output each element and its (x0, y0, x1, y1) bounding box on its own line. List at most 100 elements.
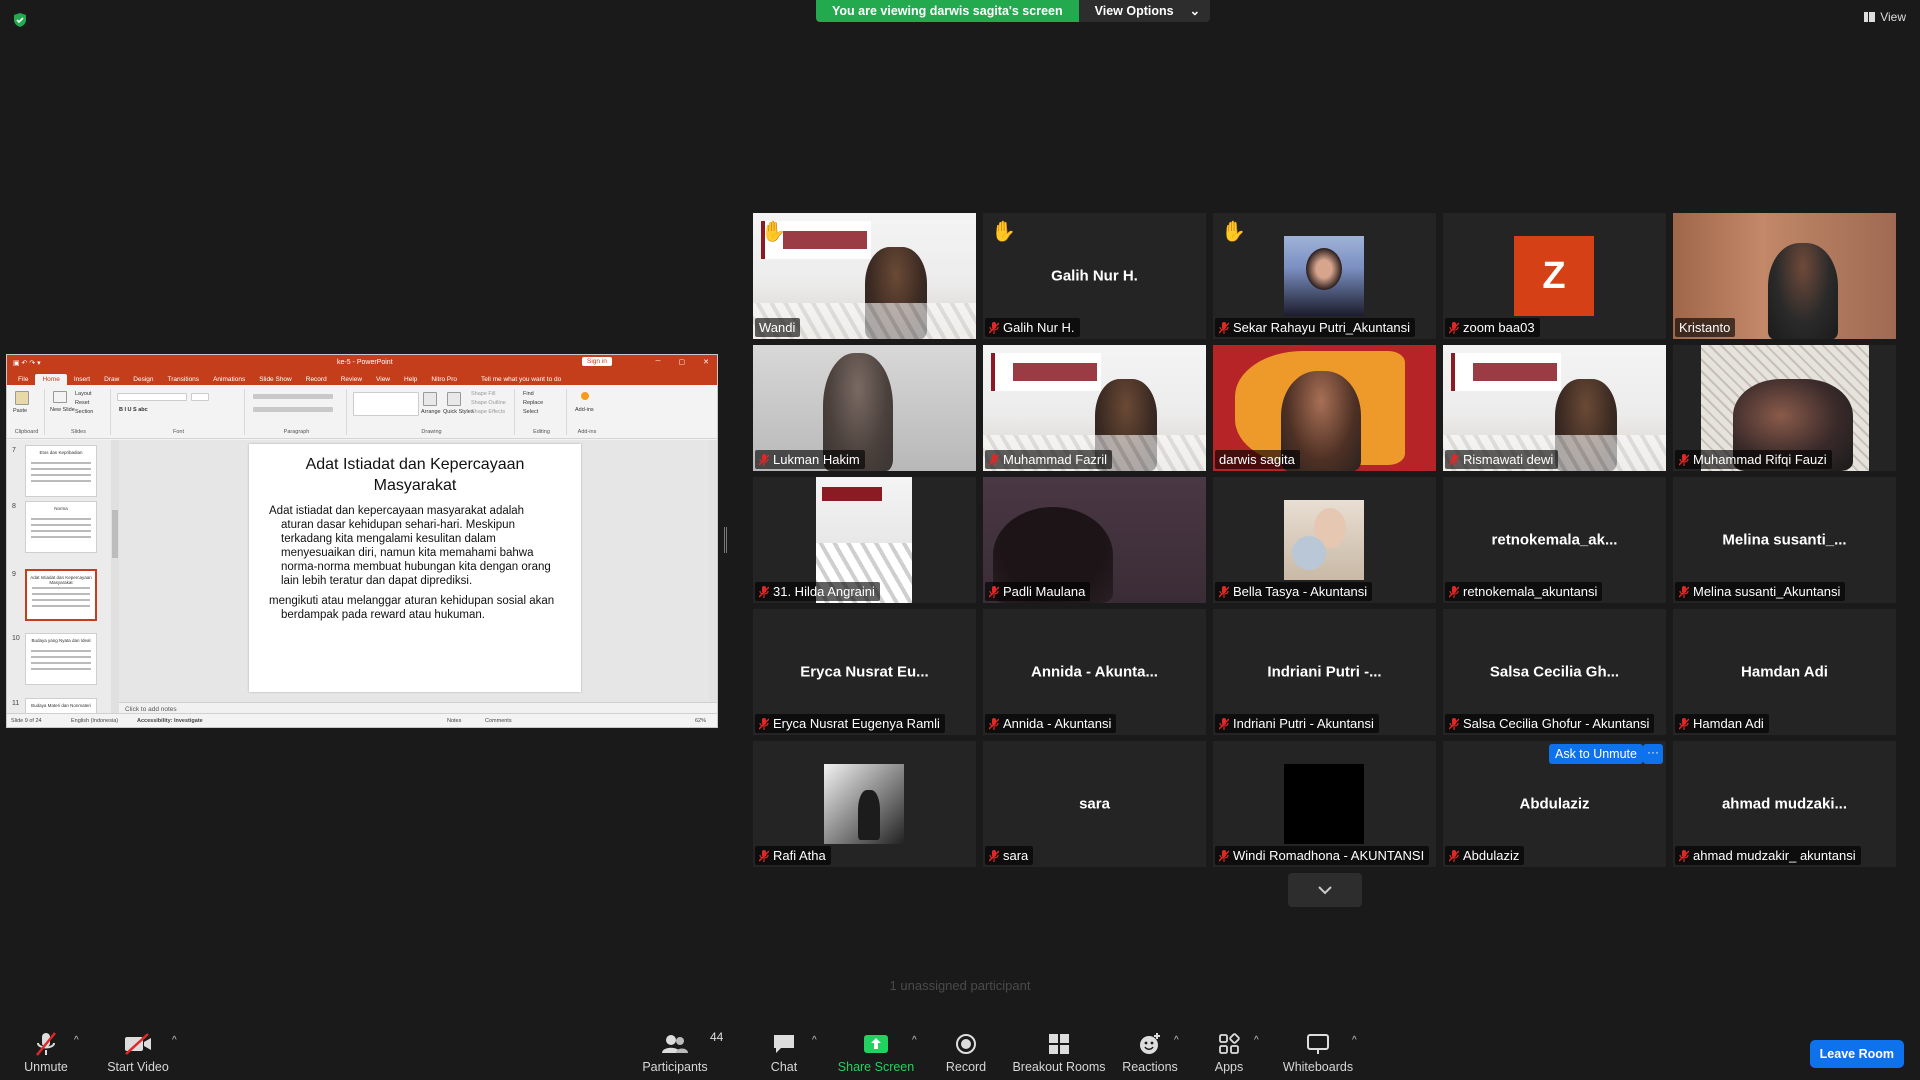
find-button[interactable]: Find (523, 391, 534, 397)
current-slide[interactable]: Adat Istiadat dan Kepercayaan Masyarakat… (249, 444, 581, 692)
tell-me-search[interactable]: Tell me what you want to do (474, 374, 568, 385)
audio-options-caret[interactable]: ^ (74, 1035, 79, 1046)
unmute-button[interactable]: Unmute (20, 1020, 72, 1080)
ppt-tab-draw[interactable]: Draw (97, 374, 126, 385)
participant-tile[interactable]: 31. Hilda Angraini (753, 477, 976, 603)
participant-tile[interactable]: Galih Nur H. ✋ Galih Nur H. (983, 213, 1206, 339)
shared-screen-powerpoint[interactable]: ▣ ↶ ↷ ▾ ke-5 - PowerPoint Sign in ─ ▢ ✕ Fi… (6, 354, 718, 728)
participant-tile[interactable]: Bella Tasya - Akuntansi (1213, 477, 1436, 603)
quick-styles-icon[interactable] (447, 392, 461, 406)
gallery-next-page-button[interactable] (1288, 873, 1362, 907)
ppt-tab-file[interactable]: File (11, 374, 35, 385)
ppt-tab-view[interactable]: View (369, 374, 397, 385)
apps-button[interactable]: Apps (1214, 1020, 1244, 1080)
select-button[interactable]: Select (523, 409, 538, 415)
ppt-tab-animations[interactable]: Animations (206, 374, 252, 385)
new-slide-icon[interactable] (53, 391, 67, 403)
security-shield-icon[interactable] (12, 12, 28, 28)
shape-effects-button[interactable]: Shape Effects (471, 409, 505, 415)
ppt-tab-nitro-pro[interactable]: Nitro Pro (424, 374, 464, 385)
paragraph-controls-row1[interactable] (253, 394, 333, 399)
font-name-box[interactable] (117, 393, 187, 401)
start-video-button[interactable]: Start Video (107, 1020, 169, 1080)
ppt-tab-transitions[interactable]: Transitions (161, 374, 207, 385)
font-size-box[interactable] (191, 393, 209, 401)
paragraph-controls-row2[interactable] (253, 407, 333, 412)
ppt-tab-home[interactable]: Home (35, 374, 67, 385)
participant-tile[interactable]: Padli Maulana (983, 477, 1206, 603)
participant-tile[interactable]: ✋ Wandi (753, 213, 976, 339)
ppt-sign-in-button[interactable]: Sign in (582, 357, 612, 366)
slide-thumbnail-7[interactable]: Etos dan Kepribadian (25, 445, 97, 497)
participant-tile[interactable]: Eryca Nusrat Eu... Eryca Nusrat Eugenya R… (753, 609, 976, 735)
participant-tile[interactable]: Zzoom baa03 (1443, 213, 1666, 339)
shape-fill-button[interactable]: Shape Fill (471, 391, 495, 397)
participant-tile[interactable]: Indriani Putri -... Indriani Putri - Akun… (1213, 609, 1436, 735)
chat-button[interactable]: Chat (768, 1020, 800, 1080)
slide-thumbnail-8[interactable]: Norma (25, 501, 97, 553)
shape-outline-button[interactable]: Shape Outline (471, 400, 506, 406)
thumbnails-scrollbar[interactable] (111, 440, 119, 715)
ask-to-unmute-button[interactable]: Ask to Unmute (1549, 744, 1643, 764)
section-button[interactable]: Section (75, 409, 93, 415)
close-icon[interactable]: ✕ (703, 358, 709, 366)
slide-scrollbar[interactable] (709, 440, 717, 702)
whiteboards-button[interactable]: Whiteboards (1282, 1020, 1354, 1080)
participant-tile[interactable]: Kristanto (1673, 213, 1896, 339)
minimize-icon[interactable]: ─ (656, 358, 661, 366)
accessibility-status[interactable]: Accessibility: Investigate (137, 718, 203, 724)
participant-tile[interactable]: Hamdan Adi Hamdan Adi (1673, 609, 1896, 735)
ppt-tab-record[interactable]: Record (299, 374, 334, 385)
participant-tile[interactable]: Lukman Hakim (753, 345, 976, 471)
participant-tile[interactable]: Windi Romadhona - AKUNTANSI (1213, 741, 1436, 867)
ppt-tab-design[interactable]: Design (126, 374, 160, 385)
view-options-button[interactable]: View Options ⌄ (1078, 0, 1211, 22)
zoom-level[interactable]: 62% (695, 718, 706, 724)
participant-tile[interactable]: Annida - Akunta... Annida - Akuntansi (983, 609, 1206, 735)
comments-toggle[interactable]: Comments (485, 718, 512, 724)
slide-thumbnail-10[interactable]: Budaya yang Nyata dan Ideal (25, 633, 97, 685)
apps-options-caret[interactable]: ^ (1254, 1035, 1259, 1046)
maximize-icon[interactable]: ▢ (679, 358, 686, 366)
ppt-tab-help[interactable]: Help (397, 374, 424, 385)
share-screen-button[interactable]: Share Screen (838, 1020, 914, 1080)
bold-button[interactable]: B I U S abc (119, 407, 148, 413)
participant-tile[interactable]: Rismawati dewi (1443, 345, 1666, 471)
participant-tile[interactable]: ahmad mudzaki... ahmad mudzakir_ akuntans… (1673, 741, 1896, 867)
slide-thumbnail-9[interactable]: Adat Istiadat dan Kepercayaan Masyarakat (25, 569, 97, 621)
share-options-caret[interactable]: ^ (912, 1035, 917, 1046)
chat-options-caret[interactable]: ^ (812, 1035, 817, 1046)
view-button[interactable]: View (1864, 10, 1906, 24)
ppt-save-icon[interactable]: ▣ ↶ ↷ ▾ (13, 359, 41, 367)
participant-tile[interactable]: Melina susanti_... Melina susanti_Akuntan… (1673, 477, 1896, 603)
whiteboards-options-caret[interactable]: ^ (1352, 1035, 1357, 1046)
record-button[interactable]: Record (944, 1020, 988, 1080)
ppt-tab-review[interactable]: Review (334, 374, 369, 385)
paste-icon[interactable] (15, 391, 29, 405)
ppt-tab-slide-show[interactable]: Slide Show (252, 374, 299, 385)
video-options-caret[interactable]: ^ (172, 1035, 177, 1046)
view-splitter-handle[interactable] (724, 527, 727, 553)
language-indicator[interactable]: English (Indonesia) (71, 718, 118, 724)
participant-tile[interactable]: Muhammad Rifqi Fauzi (1673, 345, 1896, 471)
participant-tile[interactable]: Salsa Cecilia Gh... Salsa Cecilia Ghofur … (1443, 609, 1666, 735)
arrange-icon[interactable] (423, 392, 437, 406)
ppt-tab-insert[interactable]: Insert (67, 374, 97, 385)
participant-more-options-button[interactable]: ··· (1643, 744, 1663, 764)
participant-tile[interactable]: ✋ Sekar Rahayu Putri_Akuntansi (1213, 213, 1436, 339)
thumbnails-scroll-thumb[interactable] (112, 510, 118, 558)
leave-room-button[interactable]: Leave Room (1809, 1040, 1904, 1068)
ppt-window-controls[interactable]: ─ ▢ ✕ (656, 358, 709, 366)
breakout-rooms-button[interactable]: Breakout Rooms (1012, 1020, 1106, 1080)
reset-button[interactable]: Reset (75, 400, 89, 406)
shapes-gallery[interactable] (353, 392, 419, 416)
notes-toggle[interactable]: Notes (447, 718, 461, 724)
slide-thumbnails-pane[interactable]: 7 Etos dan Kepribadian 8 Norma 9 Adat Istiada… (7, 440, 119, 727)
participant-tile[interactable]: darwis sagita (1213, 345, 1436, 471)
participant-tile[interactable]: retnokemala_ak... retnokemala_akuntansi (1443, 477, 1666, 603)
participant-tile[interactable]: Rafi Atha (753, 741, 976, 867)
layout-button[interactable]: Layout (75, 391, 92, 397)
participants-button[interactable]: 44 Participants (640, 1020, 723, 1080)
reactions-options-caret[interactable]: ^ (1174, 1035, 1179, 1046)
replace-button[interactable]: Replace (523, 400, 543, 406)
